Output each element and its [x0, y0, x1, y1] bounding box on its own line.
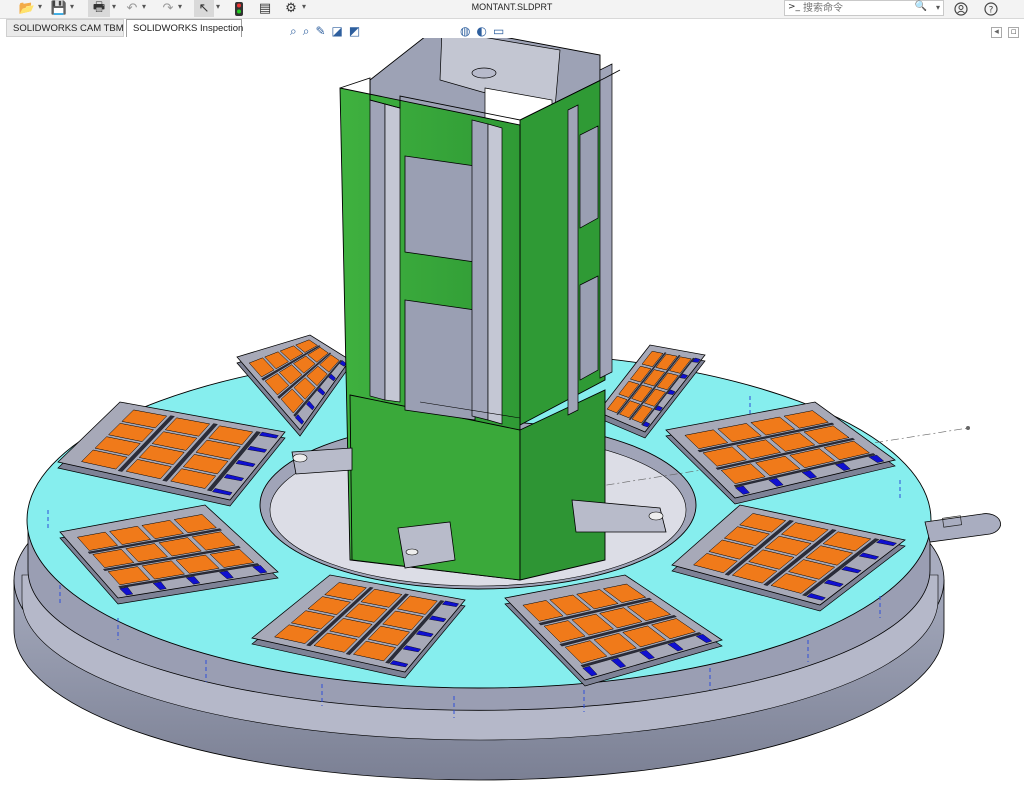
print-icon[interactable]: 🖶 [88, 0, 110, 17]
viewport-restore-icon[interactable]: ◂ [991, 27, 1002, 38]
scene-icon[interactable]: ◐ [476, 24, 486, 38]
chevron-down-icon[interactable]: ▾ [216, 2, 220, 11]
viewport-maximize-icon[interactable]: ▫ [1008, 27, 1019, 38]
save-icon[interactable]: 💾 [50, 0, 68, 17]
tab-solidworks-inspection[interactable]: SOLIDWORKS Inspection [126, 19, 243, 37]
rebuild-icon[interactable] [230, 0, 248, 17]
search-input[interactable] [803, 2, 913, 14]
view-orientation-icon[interactable]: ◩ [349, 24, 360, 38]
open-icon[interactable]: 📂 [18, 0, 36, 17]
title-bar: 📂 ▾ 💾 ▾ 🖶 ▾ ↶ ▾ ↷ ▾ ↖ ▾ ▤ ⚙ ▾ MONTANT.SL… [0, 0, 1024, 19]
select-icon[interactable]: ↖ [194, 0, 214, 17]
chevron-down-icon[interactable]: ▾ [38, 2, 42, 11]
undo-icon[interactable]: ↶ [124, 0, 140, 17]
zoom-to-area-icon[interactable]: ⌕ [303, 24, 310, 39]
command-manager-tabs: SOLIDWORKS CAM TBM SOLIDWORKS Inspection [0, 19, 1024, 38]
search-icon[interactable]: 🔍 [915, 1, 927, 12]
user-icon[interactable] [952, 0, 970, 17]
chevron-down-icon[interactable]: ▾ [142, 2, 146, 11]
search-commands-box[interactable]: >_ 🔍 ▾ [784, 0, 944, 16]
graphics-area[interactable] [0, 38, 1024, 789]
chevron-down-icon[interactable]: ▾ [70, 2, 74, 11]
chevron-down-icon[interactable]: ▾ [936, 3, 940, 12]
svg-text:?: ? [989, 5, 994, 15]
zoom-to-fit-icon[interactable]: ⌕ [290, 24, 297, 39]
chevron-down-icon[interactable]: ▾ [302, 2, 306, 11]
chevron-down-icon[interactable]: ▾ [178, 2, 182, 11]
redo-icon[interactable]: ↷ [160, 0, 176, 17]
previous-view-icon[interactable]: ✎ [315, 24, 325, 38]
tab-solidworks-cam-tbm[interactable]: SOLIDWORKS CAM TBM [6, 19, 124, 37]
appearance-icon[interactable]: ◍ [460, 24, 470, 38]
options-icon[interactable]: ⚙ [282, 0, 300, 17]
file-properties-icon[interactable]: ▤ [256, 0, 274, 17]
command-prompt-icon: >_ [788, 2, 801, 12]
help-icon[interactable]: ? [982, 0, 1000, 17]
chevron-down-icon[interactable]: ▾ [112, 2, 116, 11]
display-settings-icon[interactable]: ▭ [493, 24, 504, 38]
section-view-icon[interactable]: ◪ [332, 24, 343, 38]
